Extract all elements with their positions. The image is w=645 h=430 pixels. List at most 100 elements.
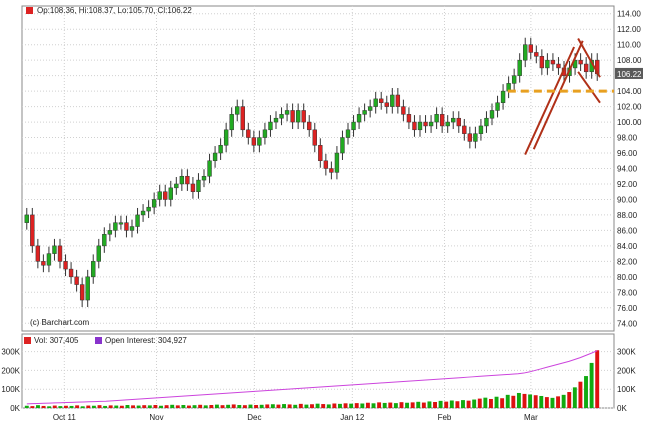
volume-tick-label-left: 300K	[1, 348, 20, 357]
volume-bar	[108, 405, 113, 408]
volume-bar	[488, 398, 493, 408]
volume-bar	[131, 405, 136, 408]
volume-bar	[528, 394, 533, 408]
volume-bar	[338, 403, 342, 408]
candle-body	[340, 137, 345, 154]
volume-bar	[298, 403, 303, 408]
candle-body	[428, 121, 434, 127]
candle-body	[578, 59, 583, 65]
candle-body	[96, 245, 101, 262]
candle-body	[113, 222, 118, 231]
candle-body	[362, 110, 367, 115]
candle-body	[334, 152, 340, 173]
candle-body	[57, 245, 63, 262]
price-axis-ticks: 74.00 76.00 78.00 80.00 82.00 84.00 86.00 88.00…	[617, 10, 642, 329]
volume-bar	[226, 404, 231, 408]
candle-body	[528, 44, 533, 53]
candle-body	[445, 121, 450, 127]
volume-bar	[287, 404, 292, 408]
volume-bar	[86, 405, 91, 408]
price-tick-label: 108.00	[617, 56, 642, 65]
candle-body	[329, 168, 334, 173]
x-tick-label: Jan 12	[340, 413, 365, 422]
x-tick-label: Dec	[247, 413, 261, 422]
candle-body	[52, 245, 57, 254]
volume-bar	[365, 402, 370, 408]
volume-bar	[164, 405, 169, 408]
candle-body	[484, 117, 489, 127]
volume-bar	[304, 404, 309, 408]
candle-body	[511, 75, 517, 84]
price-tick-label: 96.00	[617, 149, 638, 158]
candle-body	[146, 206, 151, 212]
candle-body	[323, 160, 329, 169]
candle-body	[91, 261, 96, 278]
x-tick-label: Mar	[524, 413, 538, 422]
price-tick-label: 94.00	[617, 165, 638, 174]
candle-body	[140, 210, 146, 216]
volume-bar	[270, 404, 275, 408]
chart-root: 74.00 76.00 78.00 80.00 82.00 84.00 86.00 88.00…	[0, 0, 645, 425]
volume-bar	[231, 404, 236, 408]
volume-bar	[433, 401, 437, 408]
candle-body	[212, 152, 218, 162]
volume-bar	[360, 403, 365, 408]
volume-bar	[393, 403, 398, 408]
candle-body	[246, 129, 251, 138]
volume-bar	[505, 394, 510, 408]
volume-bar	[589, 362, 594, 408]
volume-bar	[254, 404, 259, 408]
price-tick-label: 78.00	[617, 288, 638, 297]
candle-body	[207, 160, 212, 177]
candle-body	[129, 226, 135, 231]
volume-bar	[209, 404, 214, 408]
candle-body	[307, 121, 312, 131]
candle-body	[345, 129, 351, 138]
candle-body	[235, 106, 240, 115]
price-tick-label: 86.00	[617, 226, 638, 235]
candle-body	[196, 179, 201, 192]
price-tick-label: 104.00	[617, 87, 642, 96]
candle-body	[545, 59, 550, 69]
candle-body	[384, 102, 389, 107]
barchart-credit: (c) Barchart.com	[30, 318, 89, 327]
candle-body	[434, 114, 439, 123]
price-tick-label: 84.00	[617, 242, 638, 251]
price-tick-label: 92.00	[617, 180, 638, 189]
volume-bar	[522, 393, 527, 408]
volume-bar	[175, 405, 180, 408]
volume-tick-label-right: 100K	[617, 385, 636, 394]
candle-body	[279, 114, 284, 119]
volume-bar	[75, 405, 80, 408]
volume-bar	[52, 405, 57, 408]
volume-tick-label-left: 0K	[10, 404, 20, 413]
candle-body	[290, 110, 295, 123]
candle-body	[118, 222, 124, 225]
candle-body	[517, 59, 522, 76]
volume-bar	[119, 405, 124, 408]
oi-legend-swatch	[95, 337, 102, 344]
price-tick-label: 88.00	[617, 211, 638, 220]
candle-body	[35, 245, 41, 262]
candle-body	[240, 106, 245, 131]
volume-bar	[69, 405, 74, 408]
candle-body	[284, 110, 290, 115]
candle-body	[46, 253, 52, 266]
volume-bar	[332, 403, 337, 408]
volume-bar	[181, 404, 186, 408]
volume-bar	[561, 394, 566, 408]
candle-body	[218, 145, 223, 154]
volume-bar	[416, 401, 421, 408]
volume-bar	[170, 404, 175, 408]
candle-body	[312, 129, 317, 146]
price-tick-label: 90.00	[617, 195, 638, 204]
price-tick-label: 112.00	[617, 25, 641, 34]
candle-body	[168, 187, 173, 200]
candle-body	[68, 268, 74, 278]
candle-body	[423, 121, 428, 127]
candle-body	[257, 137, 262, 146]
candle-body	[63, 261, 68, 270]
price-tick-label: 98.00	[617, 134, 638, 143]
candle-body	[367, 106, 373, 111]
volume-bar	[293, 404, 298, 408]
